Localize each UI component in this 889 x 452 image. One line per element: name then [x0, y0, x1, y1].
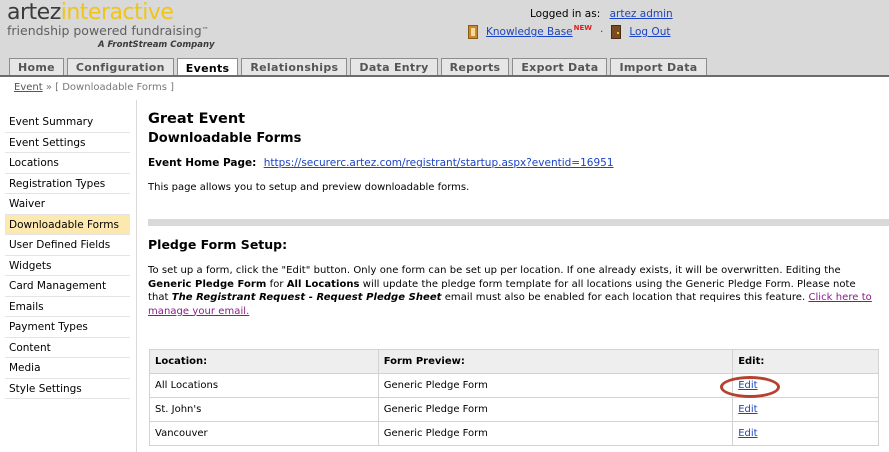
sidebar-item-emails[interactable]: Emails — [5, 297, 130, 317]
forms-table: Location: Form Preview: Edit: All Locati… — [149, 349, 879, 446]
breadcrumb-event-link[interactable]: Event — [14, 82, 43, 93]
sidebar-divider — [136, 100, 137, 452]
knowledge-base-link[interactable]: Knowledge Base — [486, 26, 573, 38]
tab-relationships[interactable]: Relationships — [241, 58, 348, 76]
cell-form: Generic Pledge Form — [377, 421, 734, 446]
breadcrumb: Event » [ Downloadable Forms ] — [14, 82, 174, 93]
table-row: Vancouver Generic Pledge Form Edit — [149, 421, 879, 446]
sidebar-item-card-management[interactable]: Card Management — [5, 276, 130, 297]
section-title: Pledge Form Setup: — [148, 237, 288, 252]
separator: · — [600, 26, 604, 38]
new-badge: NEW — [573, 24, 592, 32]
instructions: To set up a form, click the "Edit" butto… — [148, 265, 872, 317]
sidebar-item-media[interactable]: Media — [5, 358, 130, 379]
section-divider — [148, 219, 889, 226]
tab-configuration[interactable]: Configuration — [66, 58, 174, 76]
breadcrumb-current: [ Downloadable Forms ] — [55, 82, 175, 93]
logout-link[interactable]: Log Out — [629, 26, 670, 38]
sidebar-item-waiver[interactable]: Waiver — [5, 194, 130, 215]
tab-data-entry[interactable]: Data Entry — [350, 58, 438, 76]
tab-import-data[interactable]: Import Data — [610, 58, 707, 76]
user-link[interactable]: artez admin — [610, 8, 673, 20]
sidebar-item-locations[interactable]: Locations — [5, 153, 130, 174]
col-form-preview: Form Preview: — [377, 349, 734, 374]
app-header: artezinteractive friendship powered fund… — [0, 0, 889, 77]
page-title: Great Event — [148, 111, 246, 127]
tab-reports[interactable]: Reports — [440, 58, 510, 76]
cell-form: Generic Pledge Form — [377, 397, 734, 422]
breadcrumb-arrow: » — [45, 82, 52, 93]
knowledge-base-icon — [468, 25, 478, 39]
logged-in-label: Logged in as: — [530, 8, 601, 20]
logo-subtitle: A FrontStream Company — [98, 40, 215, 50]
cell-location: St. John's — [149, 397, 379, 422]
tab-export-data[interactable]: Export Data — [512, 58, 608, 76]
sidebar-item-registration-types[interactable]: Registration Types — [5, 174, 130, 194]
logo-wordmark: artezinteractive — [7, 0, 174, 25]
cell-form: Generic Pledge Form — [377, 373, 734, 398]
sidebar-item-style-settings[interactable]: Style Settings — [5, 379, 130, 399]
cell-edit: Edit — [732, 421, 879, 446]
sidebar-item-user-defined-fields[interactable]: User Defined Fields — [5, 235, 130, 256]
sidebar: Event Summary Event Settings Locations R… — [5, 112, 130, 399]
page-subtitle: Downloadable Forms — [148, 131, 302, 146]
login-status: Logged in as: artez admin — [530, 8, 673, 20]
sidebar-item-downloadable-forms[interactable]: Downloadable Forms — [5, 214, 130, 235]
tab-home[interactable]: Home — [9, 58, 64, 76]
header-links: Knowledge Base NEW · Log Out — [468, 24, 670, 39]
sidebar-item-event-settings[interactable]: Event Settings — [5, 133, 130, 153]
tab-divider — [0, 75, 889, 77]
sidebar-item-event-summary[interactable]: Event Summary — [5, 112, 130, 133]
main-content: Great Event Downloadable Forms Event Hom… — [148, 110, 889, 446]
event-home-page-label: Event Home Page: — [148, 157, 257, 169]
highlight-circle — [720, 376, 780, 398]
col-location: Location: — [149, 349, 379, 374]
logout-icon — [611, 25, 622, 39]
col-edit: Edit: — [732, 349, 879, 374]
artez-logo: artezinteractive friendship powered fund… — [7, 0, 209, 38]
edit-link[interactable]: Edit — [738, 428, 757, 439]
cell-location: Vancouver — [149, 421, 379, 446]
sidebar-item-content[interactable]: Content — [5, 338, 130, 358]
cell-location: All Locations — [149, 373, 379, 398]
sidebar-item-widgets[interactable]: Widgets — [5, 256, 130, 276]
event-home-page-link[interactable]: https://securerc.artez.com/registrant/st… — [264, 157, 614, 169]
sidebar-item-payment-types[interactable]: Payment Types — [5, 317, 130, 338]
table-header-row: Location: Form Preview: Edit: — [149, 349, 879, 374]
event-home-page: Event Home Page: https://securerc.artez.… — [148, 157, 614, 169]
cell-edit: Edit — [732, 397, 879, 422]
intro-text: This page allows you to setup and previe… — [148, 182, 470, 193]
logo-tagline: friendship powered fundraising™ — [7, 23, 209, 38]
edit-link[interactable]: Edit — [738, 404, 757, 415]
table-row: St. John's Generic Pledge Form Edit — [149, 397, 879, 422]
